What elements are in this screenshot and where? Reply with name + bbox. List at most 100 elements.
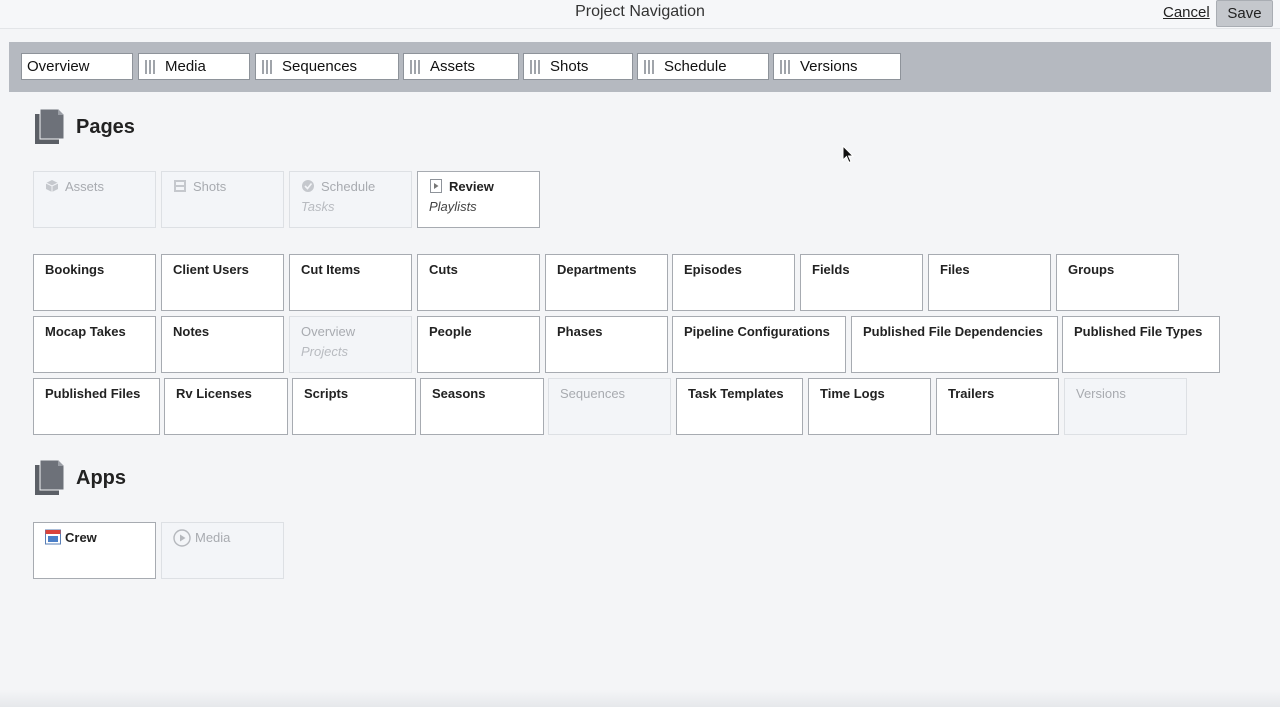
nav-tab-label: Overview (27, 58, 90, 75)
drag-handle-icon[interactable] (780, 60, 791, 74)
page-card-shots: Shots (161, 171, 284, 228)
bottom-edge (0, 690, 1280, 707)
page-card-subtitle: Playlists (429, 199, 477, 214)
page-card-task-templates[interactable]: Task Templates (676, 378, 803, 435)
app-card-media: Media (161, 522, 284, 579)
page-card-client-users[interactable]: Client Users (161, 254, 284, 311)
page-card-name: Schedule (321, 179, 376, 194)
drag-handle-icon[interactable] (644, 60, 655, 74)
page-card-name: Review (449, 179, 494, 194)
page-card-name: Notes (173, 324, 210, 339)
page-card-assets: Assets (33, 171, 156, 228)
page-card-mocap-takes[interactable]: Mocap Takes (33, 316, 156, 373)
drag-handle-icon[interactable] (145, 60, 156, 74)
cancel-button[interactable]: Cancel (1163, 4, 1210, 21)
page-card-pipeline-configurations[interactable]: Pipeline Configurations (672, 316, 846, 373)
nav-tab-label: Versions (800, 58, 858, 75)
page-card-fields[interactable]: Fields (800, 254, 923, 311)
page-card-name: Pipeline Configurations (684, 324, 830, 339)
page-card-name: Overview (301, 324, 356, 339)
page-card-notes[interactable]: Notes (161, 316, 284, 373)
apps-documents-icon (35, 459, 65, 495)
page-card-seasons[interactable]: Seasons (420, 378, 544, 435)
nav-tab-versions[interactable]: Versions (773, 53, 901, 80)
page-card-overview: Overview Projects (289, 316, 412, 373)
page-card-name: Sequences (560, 386, 626, 401)
page-card-time-logs[interactable]: Time Logs (808, 378, 931, 435)
nav-tab-label: Schedule (664, 58, 727, 75)
page-card-bookings[interactable]: Bookings (33, 254, 156, 311)
page-card-review[interactable]: Review Playlists (417, 171, 540, 228)
page-card-rv-licenses[interactable]: Rv Licenses (164, 378, 288, 435)
save-button[interactable]: Save (1216, 0, 1273, 27)
drag-handle-icon[interactable] (530, 60, 541, 74)
page-card-published-file-dependencies[interactable]: Published File Dependencies (851, 316, 1058, 373)
page-card-name: Published File Types (1074, 324, 1203, 339)
drag-handle-icon[interactable] (262, 60, 273, 74)
nav-tab-sequences[interactable]: Sequences (255, 53, 399, 80)
nav-tab-shots[interactable]: Shots (523, 53, 633, 80)
check-circle-icon (302, 180, 314, 192)
page-card-name: Shots (193, 179, 227, 194)
page-card-groups[interactable]: Groups (1056, 254, 1179, 311)
film-icon (174, 180, 186, 192)
page-card-departments[interactable]: Departments (545, 254, 668, 311)
nav-tab-label: Shots (550, 58, 589, 75)
page-card-name: Rv Licenses (176, 386, 252, 401)
page-card-sequences: Sequences (548, 378, 671, 435)
nav-tab-label: Sequences (282, 58, 358, 75)
page-card-name: People (429, 324, 472, 339)
page-card-name: Cuts (429, 262, 458, 277)
page-card-episodes[interactable]: Episodes (672, 254, 795, 311)
nav-tab-assets[interactable]: Assets (403, 53, 519, 80)
nav-tab-label: Assets (430, 58, 476, 75)
page-card-name: Task Templates (688, 386, 784, 401)
page-card-name: Mocap Takes (45, 324, 126, 339)
page-card-trailers[interactable]: Trailers (936, 378, 1059, 435)
page-card-name: Assets (65, 179, 105, 194)
mouse-cursor-icon (842, 145, 854, 164)
cube-icon (45, 180, 59, 192)
nav-tab-label: Media (165, 58, 206, 75)
page-card-name: Groups (1068, 262, 1115, 277)
page-card-name: Departments (557, 262, 637, 277)
page-card-name: Time Logs (820, 386, 885, 401)
play-document-icon (430, 179, 442, 193)
page-card-name: Episodes (684, 262, 742, 277)
page-card-name: Seasons (432, 386, 486, 401)
page-card-name: Published File Dependencies (863, 324, 1043, 339)
page-card-published-file-types[interactable]: Published File Types (1062, 316, 1220, 373)
pages-documents-icon (35, 108, 65, 144)
nav-tab-overview[interactable]: Overview (21, 53, 133, 80)
page-card-name: Cut Items (301, 262, 361, 277)
nav-tab-media[interactable]: Media (138, 53, 250, 80)
page-card-files[interactable]: Files (928, 254, 1051, 311)
app-card-crew[interactable]: Crew (33, 522, 156, 579)
app-card-name: Crew (65, 530, 97, 545)
page-card-cuts[interactable]: Cuts (417, 254, 540, 311)
page-card-subtitle: Tasks (301, 199, 335, 214)
page-card-name: Scripts (304, 386, 349, 401)
page-card-phases[interactable]: Phases (545, 316, 668, 373)
pages-section-title: Pages (76, 116, 135, 138)
page-card-published-files[interactable]: Published Files (33, 378, 160, 435)
page-card-name: Trailers (948, 386, 995, 401)
page-card-name: Phases (557, 324, 603, 339)
page-card-name: Files (940, 262, 970, 277)
page-card-versions: Versions (1064, 378, 1187, 435)
nav-tab-schedule[interactable]: Schedule (637, 53, 769, 80)
page-card-scripts[interactable]: Scripts (292, 378, 416, 435)
page-card-name: Published Files (45, 386, 141, 401)
page-card-name: Fields (812, 262, 850, 277)
page-card-cut-items[interactable]: Cut Items (289, 254, 412, 311)
page-card-schedule: Schedule Tasks (289, 171, 412, 228)
navigation-bar-preview: Overview Media Sequences Assets Shots Sc… (9, 42, 1271, 92)
page-title: Project Navigation (575, 3, 705, 20)
drag-handle-icon[interactable] (410, 60, 421, 74)
page-card-people[interactable]: People (417, 316, 540, 373)
page-card-name: Versions (1076, 386, 1126, 401)
play-circle-icon (173, 529, 191, 547)
page-card-name: Client Users (173, 262, 249, 277)
page-card-name: Bookings (45, 262, 105, 277)
top-bar: Project Navigation Cancel Save (0, 0, 1280, 29)
